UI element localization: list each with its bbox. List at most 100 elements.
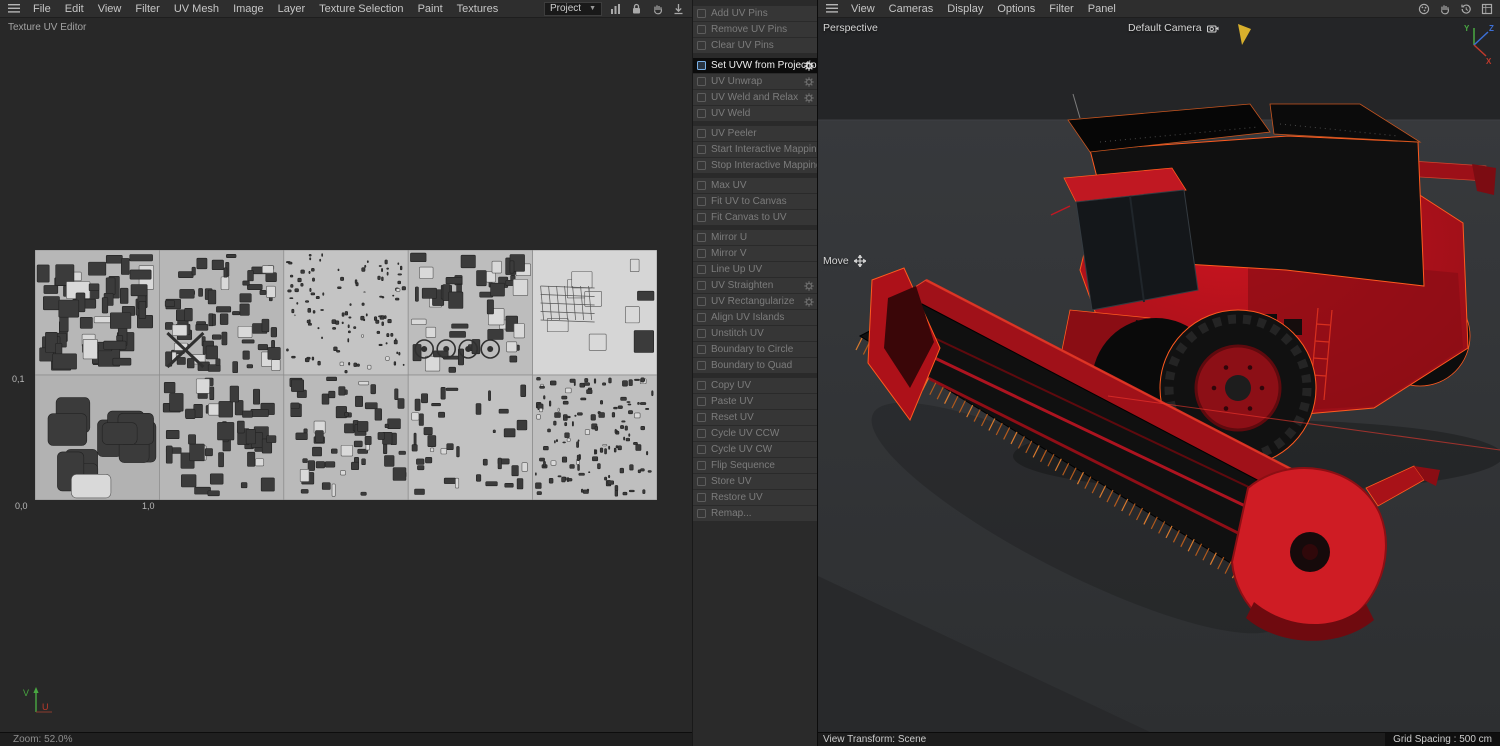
hamburger-menu-icon[interactable] [8, 4, 20, 13]
command-paste-uv[interactable]: Paste UV [693, 394, 817, 409]
gear-icon[interactable] [804, 296, 814, 307]
menu-layer[interactable]: Layer [271, 2, 313, 16]
command-uv-weld[interactable]: UV Weld [693, 106, 817, 121]
command-icon [697, 233, 706, 242]
command-label: UV Weld [711, 108, 751, 119]
hand-icon[interactable] [650, 1, 665, 16]
menu-textures[interactable]: Textures [450, 2, 506, 16]
command-icon [697, 41, 706, 50]
command-uv-peeler[interactable]: UV Peeler [693, 126, 817, 141]
view-label[interactable]: Perspective [823, 22, 878, 34]
command-uv-weld-and-relax[interactable]: UV Weld and Relax [693, 90, 817, 105]
command-stop-interactive-mapping[interactable]: Stop Interactive Mapping [693, 158, 817, 173]
command-cycle-uv-ccw[interactable]: Cycle UV CCW [693, 426, 817, 441]
command-uv-rectangularize[interactable]: UV Rectangularize [693, 294, 817, 309]
project-dropdown-value: Project [549, 3, 582, 14]
menu-uv-mesh[interactable]: UV Mesh [167, 2, 226, 16]
command-icon [697, 265, 706, 274]
uv-coordinate-0-1: 0,1 [12, 374, 25, 384]
command-line-up-uv[interactable]: Line Up UV [693, 262, 817, 277]
command-align-uv-islands[interactable]: Align UV Islands [693, 310, 817, 325]
command-clear-uv-pins[interactable]: Clear UV Pins [693, 38, 817, 53]
command-set-uvw-from-projection[interactable]: Set UVW from Projection [693, 58, 817, 73]
command-remap[interactable]: Remap... [693, 506, 817, 521]
histogram-icon[interactable] [608, 1, 623, 16]
command-store-uv[interactable]: Store UV [693, 474, 817, 489]
layout-icon[interactable] [1479, 1, 1494, 16]
axis-z-label: Z [1489, 24, 1494, 33]
command-label: Set UVW from Projection [711, 60, 817, 71]
grid-spacing-status: Grid Spacing : 500 cm [1385, 733, 1500, 746]
command-unstitch-uv[interactable]: Unstitch UV [693, 326, 817, 341]
history-icon[interactable] [1458, 1, 1473, 16]
menu-image[interactable]: Image [226, 2, 271, 16]
project-dropdown[interactable]: Project ▼ [543, 1, 602, 16]
command-icon [697, 329, 706, 338]
command-label: Mirror V [711, 248, 747, 259]
command-label: Cycle UV CW [711, 444, 773, 455]
hand-icon[interactable] [1437, 1, 1452, 16]
command-label: Line Up UV [711, 264, 763, 275]
menu-filter[interactable]: Filter [128, 2, 166, 16]
command-flip-sequence[interactable]: Flip Sequence [693, 458, 817, 473]
command-uv-unwrap[interactable]: UV Unwrap [693, 74, 817, 89]
palette-icon[interactable] [1416, 1, 1431, 16]
command-icon [697, 249, 706, 258]
menu-cameras[interactable]: Cameras [882, 2, 941, 16]
command-reset-uv[interactable]: Reset UV [693, 410, 817, 425]
command-label: UV Rectangularize [711, 296, 795, 307]
camera-icon [1206, 24, 1219, 33]
menu-options[interactable]: Options [990, 2, 1042, 16]
viewport-canvas[interactable] [818, 18, 1500, 732]
gear-icon[interactable] [804, 60, 814, 71]
command-cycle-uv-cw[interactable]: Cycle UV CW [693, 442, 817, 457]
menu-edit[interactable]: Edit [58, 2, 91, 16]
command-icon [697, 61, 706, 70]
command-add-uv-pins[interactable]: Add UV Pins [693, 6, 817, 21]
menu-paint[interactable]: Paint [411, 2, 450, 16]
view-axis-gizmo[interactable]: Y Z X [1460, 21, 1496, 65]
command-fit-uv-to-canvas[interactable]: Fit UV to Canvas [693, 194, 817, 209]
menu-file[interactable]: File [26, 2, 58, 16]
command-boundary-to-quad[interactable]: Boundary to Quad [693, 358, 817, 373]
viewport-menubar: View Cameras Display Options Filter Panel [818, 0, 1500, 18]
menu-view[interactable]: View [91, 2, 129, 16]
camera-label[interactable]: Default Camera [1128, 22, 1219, 34]
menu-panel[interactable]: Panel [1081, 2, 1123, 16]
gear-icon[interactable] [804, 280, 814, 291]
command-uv-straighten[interactable]: UV Straighten [693, 278, 817, 293]
command-max-uv[interactable]: Max UV [693, 178, 817, 193]
menu-texture-selection[interactable]: Texture Selection [312, 2, 410, 16]
viewport-pane: View Cameras Display Options Filter Panel [818, 0, 1500, 746]
uv-editor-menubar: File Edit View Filter UV Mesh Image Layer Textu… [0, 0, 692, 18]
command-restore-uv[interactable]: Restore UV [693, 490, 817, 505]
uv-canvas[interactable] [35, 250, 657, 500]
hamburger-menu-icon[interactable] [826, 4, 838, 13]
axis-v-label: V [23, 688, 29, 698]
command-mirror-u[interactable]: Mirror U [693, 230, 817, 245]
command-remove-uv-pins[interactable]: Remove UV Pins [693, 22, 817, 37]
uv-editor-statusbar: Zoom: 52.0% [0, 732, 692, 746]
command-label: Reset UV [711, 412, 754, 423]
command-label: Remove UV Pins [711, 24, 788, 35]
command-icon [697, 345, 706, 354]
menu-display[interactable]: Display [940, 2, 990, 16]
gear-icon[interactable] [804, 92, 814, 103]
download-icon[interactable] [671, 1, 686, 16]
command-mirror-v[interactable]: Mirror V [693, 246, 817, 261]
command-icon [697, 313, 706, 322]
viewport-3d[interactable]: Perspective Default Camera Move Y Z X [818, 18, 1500, 732]
command-copy-uv[interactable]: Copy UV [693, 378, 817, 393]
gear-icon[interactable] [804, 76, 814, 87]
lock-icon[interactable] [629, 1, 644, 16]
command-fit-canvas-to-uv[interactable]: Fit Canvas to UV [693, 210, 817, 225]
command-start-interactive-mapping[interactable]: Start Interactive Mapping [693, 142, 817, 157]
command-label: Boundary to Quad [711, 360, 793, 371]
command-label: Start Interactive Mapping [711, 144, 817, 155]
command-label: UV Straighten [711, 280, 774, 291]
menu-view[interactable]: View [844, 2, 882, 16]
command-boundary-to-circle[interactable]: Boundary to Circle [693, 342, 817, 357]
viewport-statusbar: View Transform: Scene Grid Spacing : 500… [818, 732, 1500, 746]
menu-filter[interactable]: Filter [1042, 2, 1080, 16]
command-label: Restore UV [711, 492, 763, 503]
